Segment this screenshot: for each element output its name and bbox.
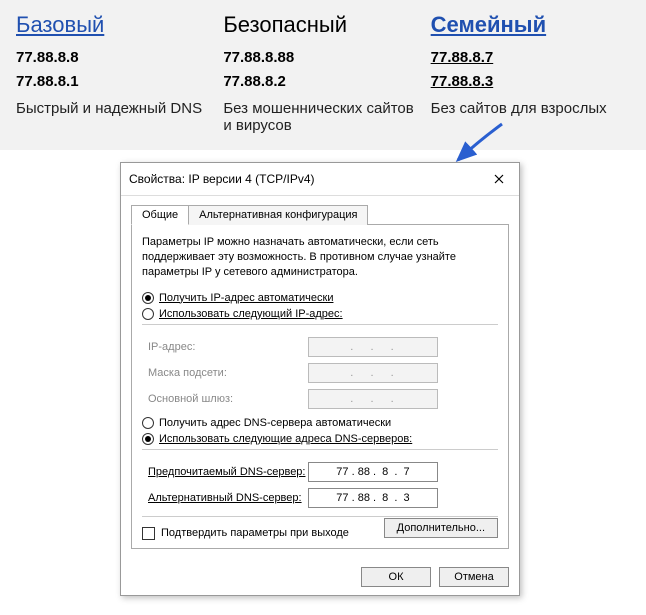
dns-preferred-label: Предпочитаемый DNS-сервер: [148, 466, 308, 478]
subnet-mask-input [308, 363, 438, 383]
dns-ip2: 77.88.8.2 [223, 70, 422, 94]
dns-desc: Без сайтов для взрослых [431, 100, 630, 117]
dns-desc: Без мошеннических сайтов и вирусов [223, 100, 422, 134]
dns-ip2: 77.88.8.3 [431, 70, 630, 94]
radio-ip-auto[interactable] [142, 292, 154, 304]
radio-ip-auto-label: Получить IP-адрес автоматически [159, 292, 333, 304]
radio-dns-manual[interactable] [142, 433, 154, 445]
dns-alternate-label: Альтернативный DNS-сервер: [148, 492, 308, 504]
dns-col-basic[interactable]: Базовый 77.88.8.8 77.88.8.1 Быстрый и на… [16, 12, 215, 134]
radio-ip-manual-row[interactable]: Использовать следующий IP-адрес: [142, 308, 498, 320]
dns-title-family[interactable]: Семейный [431, 12, 630, 38]
titlebar: Свойства: IP версии 4 (TCP/IPv4) [121, 163, 519, 196]
dns-desc: Быстрый и надежный DNS [16, 100, 215, 117]
dns-title-safe[interactable]: Безопасный [223, 12, 422, 38]
close-button[interactable] [487, 169, 511, 189]
radio-dns-manual-row[interactable]: Использовать следующие адреса DNS-сервер… [142, 433, 498, 445]
ip-fields-group: IP-адрес: Маска подсети: Основной шлюз: [142, 324, 498, 409]
ipv4-properties-dialog: Свойства: IP версии 4 (TCP/IPv4) Общие А… [120, 162, 520, 596]
dns-ip1: 77.88.8.7 [431, 46, 630, 70]
ok-button[interactable]: ОК [361, 567, 431, 587]
tab-content-general: Параметры IP можно назначать автоматичес… [131, 225, 509, 549]
radio-dns-auto-label: Получить адрес DNS-сервера автоматически [159, 417, 391, 429]
dns-mode-banner: Базовый 77.88.8.8 77.88.8.1 Быстрый и на… [0, 0, 646, 150]
radio-ip-manual[interactable] [142, 308, 154, 320]
dns-ip2: 77.88.8.1 [16, 70, 215, 94]
ip-address-label: IP-адрес: [148, 341, 308, 353]
dns-col-safe[interactable]: Безопасный 77.88.8.88 77.88.8.2 Без моше… [223, 12, 422, 134]
close-icon [494, 174, 504, 184]
radio-ip-manual-label: Использовать следующий IP-адрес: [159, 308, 343, 320]
confirm-checkbox[interactable] [142, 527, 155, 540]
dns-ip1: 77.88.8.88 [223, 46, 422, 70]
ip-address-input [308, 337, 438, 357]
tabs: Общие Альтернативная конфигурация [131, 204, 509, 225]
gateway-input [308, 389, 438, 409]
radio-dns-auto-row[interactable]: Получить адрес DNS-сервера автоматически [142, 417, 498, 429]
confirm-label: Подтвердить параметры при выходе [161, 527, 349, 539]
radio-dns-auto[interactable] [142, 417, 154, 429]
advanced-button[interactable]: Дополнительно... [384, 518, 498, 538]
dns-alternate-input[interactable] [308, 488, 438, 508]
dns-ip1: 77.88.8.8 [16, 46, 215, 70]
tab-general[interactable]: Общие [131, 205, 189, 225]
dns-preferred-input[interactable] [308, 462, 438, 482]
dns-fields-group: Предпочитаемый DNS-сервер: Альтернативны… [142, 449, 498, 508]
divider [142, 516, 498, 517]
subnet-mask-label: Маска подсети: [148, 367, 308, 379]
gateway-label: Основной шлюз: [148, 393, 308, 405]
radio-dns-manual-label: Использовать следующие адреса DNS-сервер… [159, 433, 412, 445]
dns-title-basic[interactable]: Базовый [16, 12, 215, 38]
dialog-footer: ОК Отмена [121, 559, 519, 595]
radio-ip-auto-row[interactable]: Получить IP-адрес автоматически [142, 292, 498, 304]
tab-alternate[interactable]: Альтернативная конфигурация [188, 205, 368, 225]
dialog-title: Свойства: IP версии 4 (TCP/IPv4) [129, 172, 487, 186]
cancel-button[interactable]: Отмена [439, 567, 509, 587]
dns-col-family[interactable]: Семейный 77.88.8.7 77.88.8.3 Без сайтов … [431, 12, 630, 134]
explain-text: Параметры IP можно назначать автоматичес… [142, 235, 498, 280]
